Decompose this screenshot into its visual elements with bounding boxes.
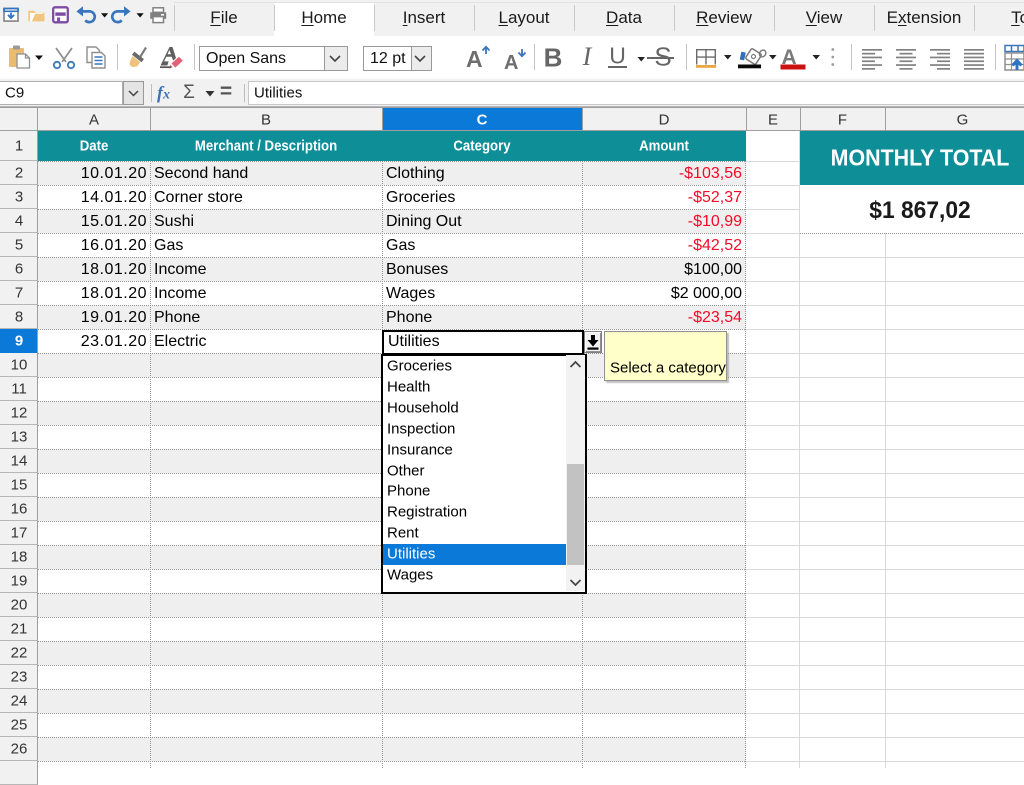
svg-text:A: A	[504, 52, 518, 74]
svg-text:A: A	[466, 46, 483, 72]
